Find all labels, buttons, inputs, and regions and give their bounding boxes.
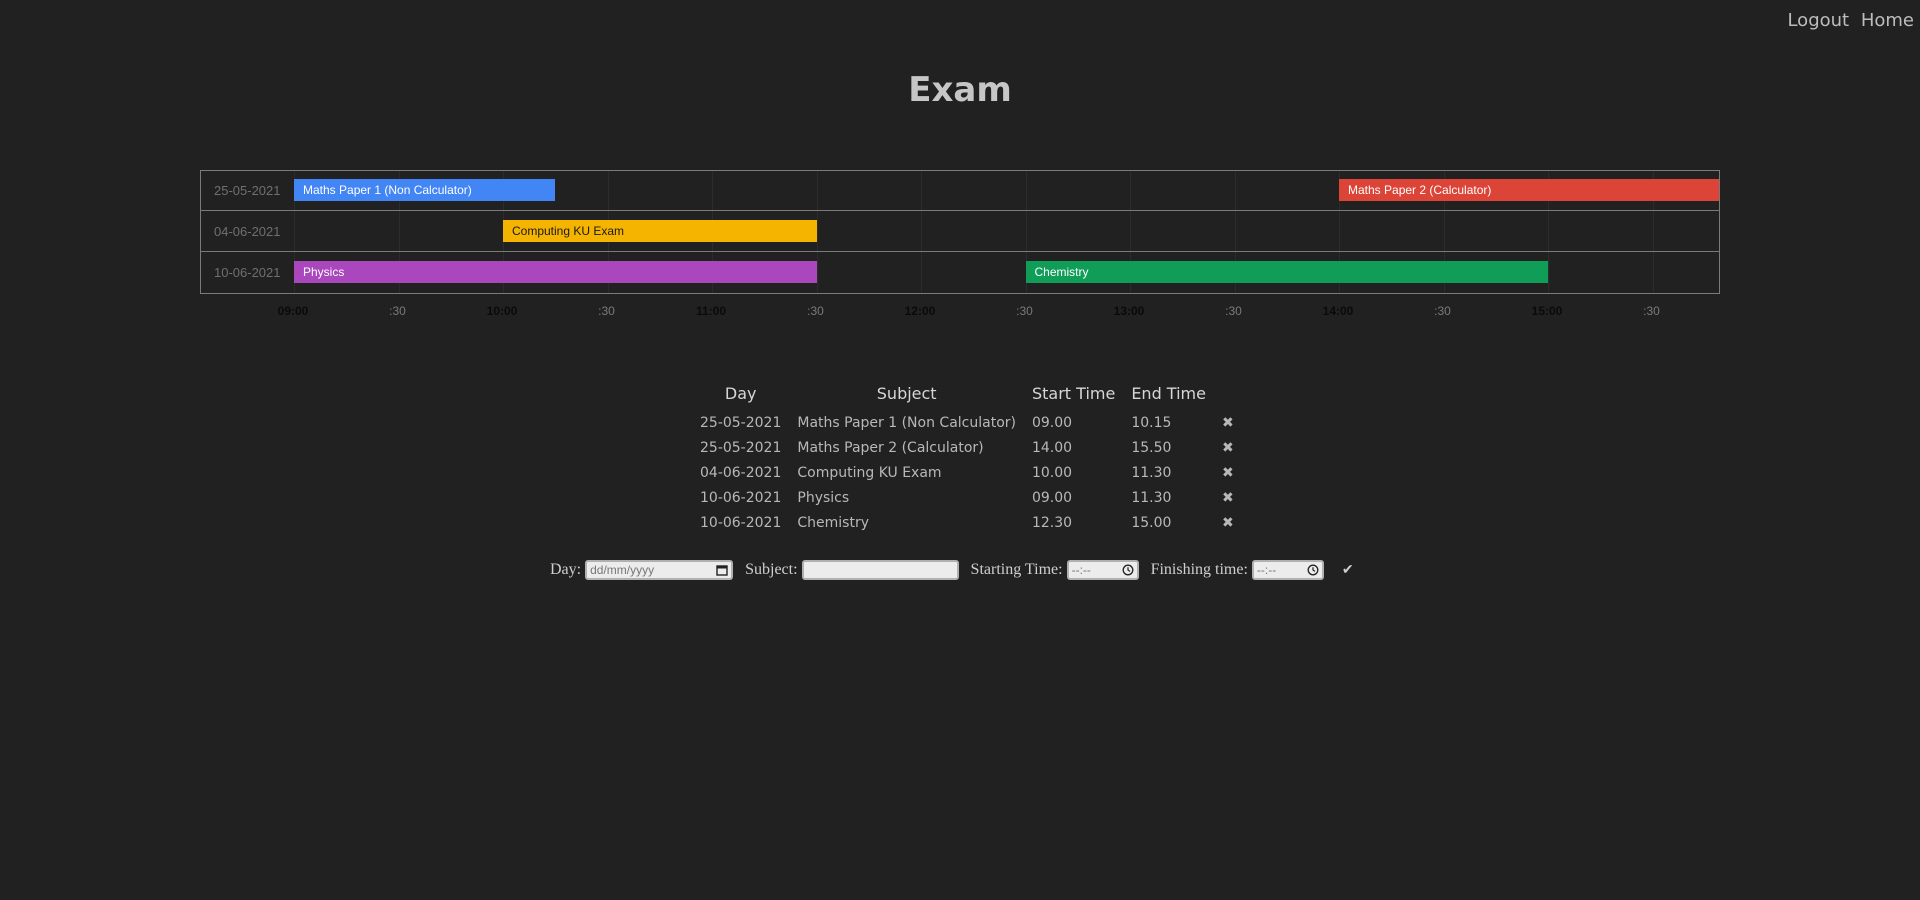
exam-table: Day Subject Start Time End Time 25-05-20… xyxy=(692,382,1242,536)
timeline-row-label: 04-06-2021 xyxy=(214,224,281,239)
timeline-tick-label: 14:00 xyxy=(1322,304,1354,318)
timeline-tick-label: 12:00 xyxy=(904,304,936,318)
timeline-row: 25-05-2021 Maths Paper 1 (Non Calculator)… xyxy=(201,171,1719,211)
delete-icon[interactable]: ✖ xyxy=(1214,486,1242,511)
logout-link[interactable]: Logout xyxy=(1787,10,1849,31)
cell-subject: Maths Paper 2 (Calculator) xyxy=(797,440,984,456)
timeline-bar[interactable]: Maths Paper 1 (Non Calculator) xyxy=(294,179,556,201)
cell-end-time: 15.00 xyxy=(1131,515,1172,531)
finish-time-input[interactable]: --:-- xyxy=(1251,560,1324,580)
cell-start-time: 12.30 xyxy=(1031,515,1073,531)
timeline-row: 10-06-2021 Physics Chemistry xyxy=(201,253,1719,293)
delete-icon[interactable]: ✖ xyxy=(1214,411,1242,436)
start-time-placeholder: --:-- xyxy=(1071,563,1091,577)
table-row: 04-06-2021 Computing KU Exam 10.00 11.30… xyxy=(692,461,1242,486)
header-day: Day xyxy=(724,384,757,403)
timeline-row: 04-06-2021 Computing KU Exam xyxy=(201,212,1719,252)
header-end-time: End Time xyxy=(1131,384,1206,403)
table-row: 10-06-2021 Physics 09.00 11.30 ✖ xyxy=(692,486,1242,511)
cell-start-time: 14.00 xyxy=(1031,440,1073,456)
timeline-tick-label: :30 xyxy=(1434,304,1451,318)
finish-time-placeholder: --:-- xyxy=(1256,563,1277,577)
start-time-input[interactable]: --:-- xyxy=(1066,560,1139,580)
timeline-bar[interactable]: Physics xyxy=(294,261,817,283)
day-label: Day: xyxy=(550,561,582,578)
cell-day: 25-05-2021 xyxy=(700,415,782,431)
table-row: 25-05-2021 Maths Paper 2 (Calculator) 14… xyxy=(692,436,1242,461)
calendar-icon[interactable] xyxy=(716,564,728,576)
cell-end-time: 11.30 xyxy=(1131,465,1172,481)
delete-icon[interactable]: ✖ xyxy=(1214,436,1242,461)
timeline-bar[interactable]: Maths Paper 2 (Calculator) xyxy=(1339,179,1719,201)
timeline-tick-label: 15:00 xyxy=(1531,304,1563,318)
timeline-tick-label: :30 xyxy=(807,304,824,318)
cell-day: 04-06-2021 xyxy=(700,465,782,481)
timeline-tick-label: 13:00 xyxy=(1113,304,1145,318)
timeline-tick-label: 11:00 xyxy=(695,304,727,318)
table-header-row: Day Subject Start Time End Time xyxy=(692,382,1242,411)
delete-icon[interactable]: ✖ xyxy=(1214,461,1242,486)
timeline-tick-label: :30 xyxy=(1643,304,1660,318)
top-nav: Logout Home xyxy=(1781,10,1914,31)
delete-icon[interactable]: ✖ xyxy=(1214,511,1242,536)
timeline-tick-label: :30 xyxy=(389,304,406,318)
add-exam-form: Day: dd/mm/yyyy Subject: Starting Time: … xyxy=(550,560,1354,580)
cell-subject: Maths Paper 1 (Non Calculator) xyxy=(797,415,1016,431)
timeline-row-label: 10-06-2021 xyxy=(214,265,281,280)
cell-end-time: 11.30 xyxy=(1131,490,1172,506)
subject-input[interactable] xyxy=(801,560,959,580)
timeline-row-label: 25-05-2021 xyxy=(214,183,281,198)
cell-start-time: 09.00 xyxy=(1031,415,1073,431)
cell-end-time: 15.50 xyxy=(1131,440,1172,456)
finish-time-label: Finishing time: xyxy=(1150,561,1248,578)
confirm-icon[interactable]: ✔ xyxy=(1342,562,1354,579)
timeline-tick-label: :30 xyxy=(598,304,615,318)
cell-start-time: 09.00 xyxy=(1031,490,1073,506)
timeline-bar[interactable]: Computing KU Exam xyxy=(503,220,817,242)
header-start-time: Start Time xyxy=(1031,384,1116,403)
page-title: Exam xyxy=(908,70,1012,110)
header-subject: Subject xyxy=(876,384,937,403)
timeline-tick-label: 09:00 xyxy=(277,304,309,318)
exam-timeline: 25-05-2021 Maths Paper 1 (Non Calculator)… xyxy=(200,170,1720,294)
timeline-tick-label: 10:00 xyxy=(486,304,518,318)
table-row: 10-06-2021 Chemistry 12.30 15.00 ✖ xyxy=(692,511,1242,536)
clock-icon[interactable] xyxy=(1307,564,1319,576)
cell-day: 25-05-2021 xyxy=(700,440,782,456)
table-row: 25-05-2021 Maths Paper 1 (Non Calculator… xyxy=(692,411,1242,436)
timeline-bar[interactable]: Chemistry xyxy=(1025,261,1548,283)
cell-day: 10-06-2021 xyxy=(700,490,782,506)
timeline-tick-label: :30 xyxy=(1225,304,1242,318)
day-input[interactable]: dd/mm/yyyy xyxy=(585,560,734,580)
day-placeholder: dd/mm/yyyy xyxy=(590,563,655,577)
timeline-tick-label: :30 xyxy=(1016,304,1033,318)
start-time-label: Starting Time: xyxy=(970,561,1063,578)
subject-label: Subject: xyxy=(745,561,798,578)
cell-subject: Computing KU Exam xyxy=(797,465,942,481)
clock-icon[interactable] xyxy=(1122,564,1134,576)
cell-subject: Physics xyxy=(797,490,850,506)
home-link[interactable]: Home xyxy=(1861,10,1914,31)
header-actions xyxy=(1214,382,1242,411)
cell-start-time: 10.00 xyxy=(1031,465,1073,481)
cell-end-time: 10.15 xyxy=(1131,415,1172,431)
cell-subject: Chemistry xyxy=(797,515,869,531)
cell-day: 10-06-2021 xyxy=(700,515,782,531)
